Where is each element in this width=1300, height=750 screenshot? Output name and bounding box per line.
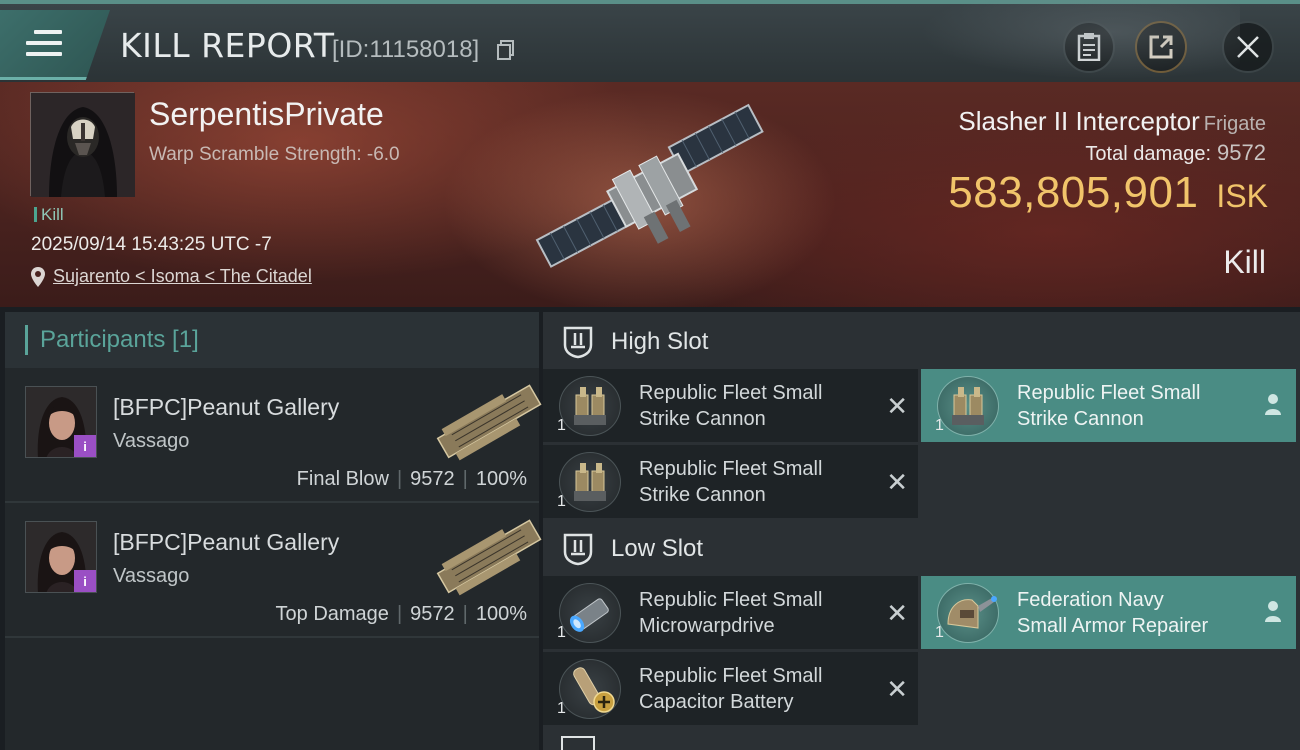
ship-class: Frigate <box>1203 113 1266 135</box>
menu-button[interactable] <box>0 10 110 80</box>
high-slot-title: High Slot <box>611 327 709 355</box>
participants-header[interactable]: Participants [1] <box>5 312 539 368</box>
low-slot-title: Low Slot <box>611 534 704 562</box>
destroyed-icon: ✕ <box>886 467 908 497</box>
result-label: Kill <box>1223 244 1266 280</box>
clipboard-icon <box>1077 33 1101 61</box>
mid-slot-icon <box>561 736 595 750</box>
page-title: KILL REPORT <box>120 26 335 65</box>
kill-tag: Kill <box>34 205 64 225</box>
kill-datetime: 2025/09/14 15:43:25 UTC -7 <box>31 234 272 255</box>
module-quantity: 1 <box>935 624 944 641</box>
participant-percent: 100% <box>475 468 527 490</box>
participant-row[interactable]: i [BFPC]Peanut Gallery Vassago Final Blo… <box>5 368 542 503</box>
warp-scramble-strength: Warp Scramble Strength: -6.0 <box>149 144 400 165</box>
cannon-module-icon <box>559 452 621 512</box>
report-id: [ID:11158018] <box>332 36 480 63</box>
module-name: Republic Fleet Small Strike Cannon <box>1017 382 1201 430</box>
copy-icon[interactable] <box>497 40 515 60</box>
corp-badge: i <box>74 435 96 457</box>
corp-badge: i <box>74 570 96 592</box>
module-card[interactable]: 1 Republic Fleet Small Capacitor Battery … <box>543 652 918 725</box>
armor-repairer-icon <box>937 583 999 643</box>
participant-ship: Vassago <box>113 565 190 587</box>
participant-stats: Final Blow | 9572 | 100% <box>296 468 527 490</box>
close-button[interactable] <box>1222 21 1274 73</box>
victim-avatar[interactable] <box>30 92 135 197</box>
module-card[interactable]: 1 Republic Fleet Small Strike Cannon ✕ <box>543 369 918 442</box>
cannon-module-icon <box>559 376 621 436</box>
clipboard-button[interactable] <box>1063 21 1115 73</box>
low-slot-icon <box>563 533 593 565</box>
kill-location[interactable]: Sujarento < Isoma < The Citadel <box>31 266 312 287</box>
participant-ship-render <box>436 519 542 596</box>
isk-unit: ISK <box>1216 178 1268 214</box>
module-quantity: 1 <box>557 700 566 717</box>
module-name: Republic Fleet Small Strike Cannon <box>639 382 823 430</box>
victim-pilot-name[interactable]: SerpentisPrivate <box>149 96 384 133</box>
destroyed-icon: ✕ <box>886 598 908 628</box>
participant-damage: 9572 <box>410 468 455 490</box>
participants-panel: Participants [1] i [BFPC]Peanut Gallery … <box>5 312 542 750</box>
participant-ship-render <box>436 384 542 461</box>
person-icon <box>1265 601 1281 622</box>
module-name: Republic Fleet Small Strike Cannon <box>639 458 823 506</box>
participant-role: Final Blow <box>296 468 389 490</box>
destroyed-icon: ✕ <box>886 391 908 421</box>
module-card[interactable]: 1 Republic Fleet Small Strike Cannon <box>921 369 1296 442</box>
module-card[interactable]: 1 Republic Fleet Small Strike Cannon ✕ <box>543 445 918 518</box>
cannon-module-icon <box>937 376 999 436</box>
isk-value-row: 583,805,901 ISK <box>948 168 1268 218</box>
high-slot-icon <box>563 326 593 358</box>
participant-role: Top Damage <box>275 603 389 625</box>
low-slot-header: Low Slot <box>543 521 1300 576</box>
title-bar: KILL REPORT [ID:11158018] <box>0 0 1300 82</box>
module-quantity: 1 <box>557 493 566 510</box>
module-card[interactable]: 1 Republic Fleet Small Microwarpdrive ✕ <box>543 576 918 649</box>
victim-ship-name[interactable]: Slasher II Interceptor Frigate <box>958 106 1266 137</box>
isk-value: 583,805,901 <box>948 168 1199 217</box>
module-quantity: 1 <box>557 624 566 641</box>
total-damage: Total damage: 9572 <box>1085 140 1266 165</box>
participant-name: [BFPC]Peanut Gallery <box>113 529 340 555</box>
high-slot-header: High Slot <box>543 314 1300 369</box>
location-link[interactable]: Sujarento < Isoma < The Citadel <box>53 266 312 287</box>
victim-summary: SerpentisPrivate Warp Scramble Strength:… <box>0 82 1300 307</box>
participant-damage: 9572 <box>410 603 455 625</box>
module-quantity: 1 <box>557 417 566 434</box>
destroyed-icon: ✕ <box>886 674 908 704</box>
capacitor-battery-icon <box>559 659 621 719</box>
participant-row[interactable]: i [BFPC]Peanut Gallery Vassago Top Damag… <box>5 503 542 638</box>
module-name: Federation Navy Small Armor Repairer <box>1017 589 1209 637</box>
share-icon <box>1149 35 1173 59</box>
fitting-panel: High Slot 1 Republic Fleet Small Strike C… <box>543 312 1300 750</box>
module-card[interactable]: 1 Federation Navy Small Armor Repairer <box>921 576 1296 649</box>
module-name: Republic Fleet Small Capacitor Battery <box>639 665 823 713</box>
module-quantity: 1 <box>935 417 944 434</box>
menu-icon <box>26 30 62 58</box>
participant-ship: Vassago <box>113 430 190 452</box>
share-button[interactable] <box>1135 21 1187 73</box>
participant-name: [BFPC]Peanut Gallery <box>113 394 340 420</box>
participant-stats: Top Damage | 9572 | 100% <box>275 603 527 625</box>
microwarpdrive-icon <box>559 583 621 643</box>
module-name: Republic Fleet Small Microwarpdrive <box>639 589 823 637</box>
hooded-pilot-icon <box>31 93 135 197</box>
total-damage-value: 9572 <box>1217 140 1266 165</box>
ship-render <box>535 103 764 268</box>
location-pin-icon <box>31 266 45 287</box>
person-icon <box>1265 394 1281 415</box>
participant-percent: 100% <box>475 603 527 625</box>
close-icon <box>1237 36 1259 58</box>
